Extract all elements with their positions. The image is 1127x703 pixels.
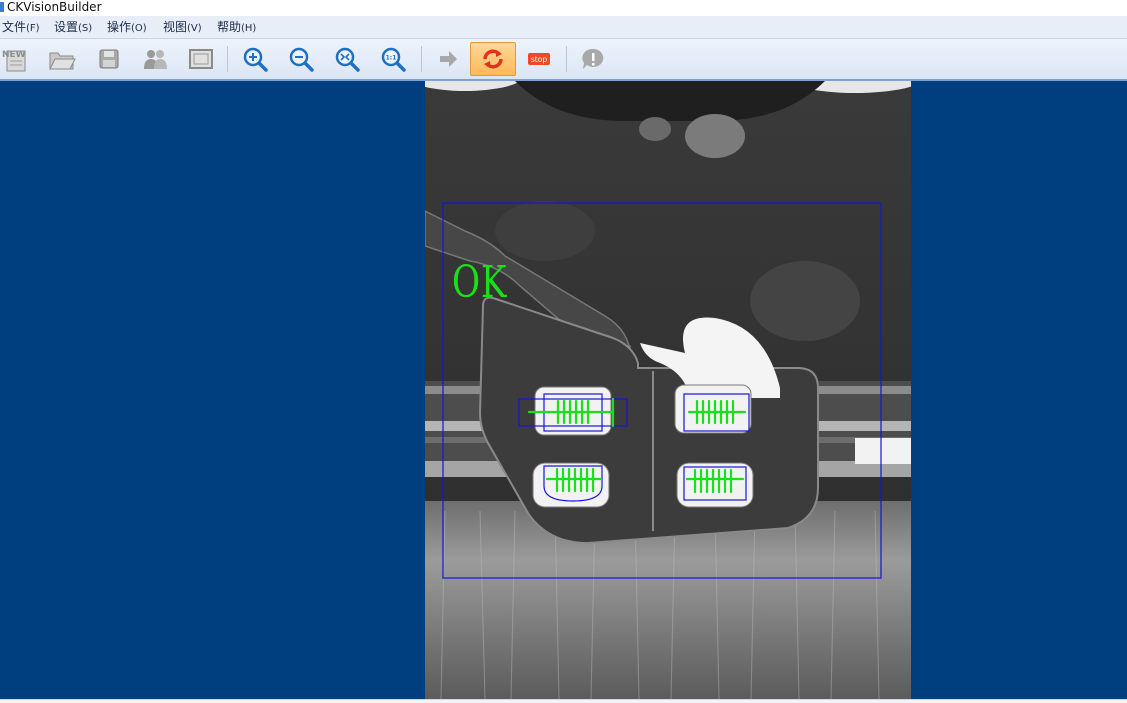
fit-window-button[interactable]	[185, 43, 217, 75]
about-icon	[582, 48, 604, 69]
users-icon	[144, 50, 167, 69]
status-bar	[0, 699, 1127, 703]
menu-help[interactable]: 帮助(H)	[217, 19, 256, 37]
svg-text:1:1: 1:1	[386, 55, 397, 62]
toolbar-separator	[566, 46, 567, 72]
zoom-original-button[interactable]: 1:1	[377, 43, 409, 75]
open-folder-icon	[49, 52, 76, 70]
run-loop-icon	[483, 49, 503, 69]
toolbar-separator	[227, 46, 228, 72]
users-button[interactable]	[139, 43, 171, 75]
svg-text:NEW: NEW	[2, 50, 26, 60]
save-button[interactable]	[93, 43, 125, 75]
menu-file[interactable]: 文件(F)	[2, 19, 40, 37]
image-workspace[interactable]	[0, 81, 1127, 699]
toolbar-separator	[421, 46, 422, 72]
zoom-out-button[interactable]	[285, 43, 317, 75]
result-ok-label: OK	[452, 257, 508, 308]
zoom-in-icon	[243, 47, 268, 72]
run-once-button[interactable]	[432, 43, 464, 75]
new-icon: NEW	[2, 50, 26, 72]
open-button[interactable]	[46, 43, 78, 75]
menu-view[interactable]: 视图(V)	[163, 19, 202, 37]
zoom-fit-button[interactable]	[331, 43, 363, 75]
new-button[interactable]: NEW	[0, 43, 32, 75]
run-once-icon	[440, 51, 457, 67]
app-icon	[0, 2, 4, 12]
zoom-original-icon: 1:1	[381, 47, 406, 72]
menu-bar: 文件(F) 设置(S) 操作(O) 视图(V) 帮助(H)	[0, 16, 1127, 39]
zoom-in-button[interactable]	[239, 43, 271, 75]
title-bar: CKVisionBuilder	[0, 0, 1127, 16]
fit-window-icon	[189, 49, 213, 69]
toolbar: NEW 1:1 stop	[0, 39, 1127, 81]
zoom-fit-icon	[335, 47, 360, 72]
run-loop-button[interactable]	[470, 42, 516, 76]
menu-settings[interactable]: 设置(S)	[54, 19, 92, 37]
save-icon	[99, 49, 119, 69]
menu-operation[interactable]: 操作(O)	[107, 19, 147, 37]
svg-text:stop: stop	[531, 55, 547, 64]
stop-button[interactable]: stop	[523, 43, 555, 75]
zoom-out-icon	[289, 47, 314, 72]
camera-image[interactable]	[425, 81, 911, 699]
window-title: CKVisionBuilder	[7, 0, 102, 14]
camera-image-render	[425, 81, 911, 699]
stop-icon: stop	[528, 53, 550, 65]
about-button[interactable]	[577, 43, 609, 75]
